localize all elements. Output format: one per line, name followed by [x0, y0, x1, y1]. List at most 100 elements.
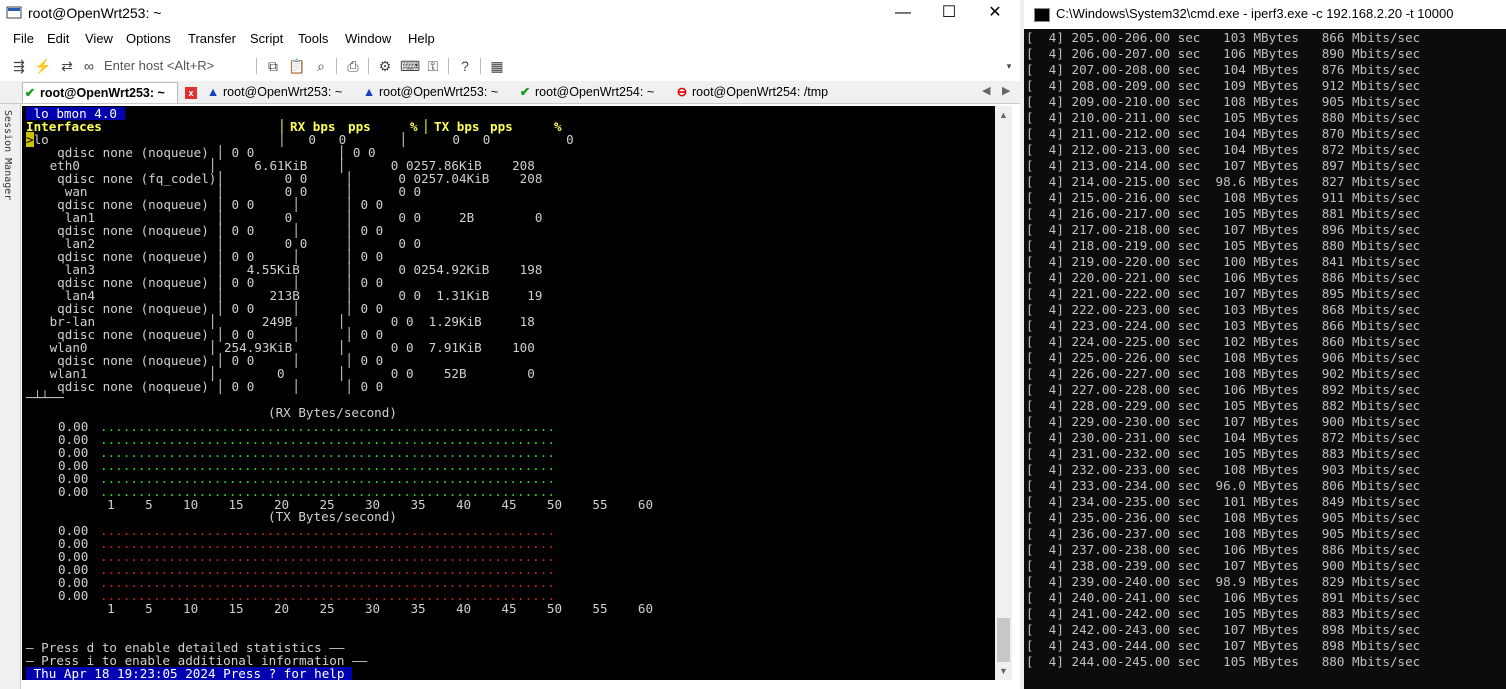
iperf-output-line: [ 4] 225.00-226.00 sec 108 MBytes 906 Mb…	[1026, 350, 1421, 365]
tab-label: root@OpenWrt254: ~	[535, 85, 655, 99]
terminal-app-icon	[6, 6, 22, 19]
menu-view[interactable]: View	[85, 31, 113, 46]
menu-window[interactable]: Window	[345, 31, 391, 46]
tab-session-3[interactable]: ▲ root@OpenWrt253: ~	[362, 82, 512, 102]
quick-connect-icon[interactable]: ⚡	[34, 57, 52, 75]
tx-graph-xlabels: 1 5 10 15 20 25 30 35 40 45 50 55 60	[92, 601, 654, 616]
iperf-output-line: [ 4] 228.00-229.00 sec 105 MBytes 882 Mb…	[1026, 398, 1421, 413]
menu-tools[interactable]: Tools	[298, 31, 328, 46]
status-bar: Thu Apr 18 19:23:05 2024 Press ? for hel…	[26, 666, 353, 680]
cmd-output[interactable]: [ 4] 205.00-206.00 sec 103 MBytes 866 Mb…	[1026, 30, 1504, 670]
iperf-output-line: [ 4] 233.00-234.00 sec 96.0 MBytes 806 M…	[1026, 478, 1421, 493]
connect-icon[interactable]: ⇶	[10, 57, 28, 75]
tab-session-2[interactable]: ▲ root@OpenWrt253: ~	[206, 82, 356, 102]
disconnect-icon[interactable]: ∞	[80, 57, 98, 75]
scroll-down-icon[interactable]: ▼	[999, 666, 1008, 676]
reconnect-icon[interactable]: ⇄	[58, 57, 76, 75]
iperf-output-line: [ 4] 240.00-241.00 sec 106 MBytes 891 Mb…	[1026, 590, 1421, 605]
maximize-button[interactable]: ☐	[926, 0, 972, 26]
iperf-output-line: [ 4] 219.00-220.00 sec 100 MBytes 841 Mb…	[1026, 254, 1421, 269]
tx-graph-title: (TX Bytes/second)	[268, 509, 397, 524]
selection-cursor: >	[26, 132, 34, 147]
disconnected-icon: ⊖	[676, 85, 688, 99]
iperf-output-line: [ 4] 213.00-214.00 sec 107 MBytes 897 Mb…	[1026, 158, 1421, 173]
iperf-output-line: [ 4] 212.00-213.00 sec 104 MBytes 872 Mb…	[1026, 142, 1421, 157]
cmd-title-bar: C:\Windows\System32\cmd.exe - iperf3.exe…	[1024, 0, 1506, 29]
tab-session-5[interactable]: ⊖ root@OpenWrt254: /tmp	[675, 82, 845, 102]
scroll-up-icon[interactable]: ▲	[999, 110, 1008, 120]
scrollbar-thumb[interactable]	[997, 618, 1010, 662]
tab-label: root@OpenWrt253: ~	[40, 86, 165, 100]
warning-triangle-icon: ▲	[362, 85, 376, 99]
iperf-output-line: [ 4] 218.00-219.00 sec 105 MBytes 880 Mb…	[1026, 238, 1421, 253]
iperf-output-line: [ 4] 234.00-235.00 sec 101 MBytes 849 Mb…	[1026, 494, 1421, 509]
iperf-output-line: [ 4] 214.00-215.00 sec 98.6 MBytes 827 M…	[1026, 174, 1421, 189]
iperf-output-line: [ 4] 241.00-242.00 sec 105 MBytes 883 Mb…	[1026, 606, 1421, 621]
copy-icon[interactable]: ⧉	[264, 57, 282, 75]
window-title: root@OpenWrt253: ~	[28, 5, 162, 21]
close-button[interactable]: ✕	[972, 0, 1018, 26]
iperf-output-line: [ 4] 242.00-243.00 sec 107 MBytes 898 Mb…	[1026, 622, 1421, 637]
iperf-output-line: [ 4] 230.00-231.00 sec 104 MBytes 872 Mb…	[1026, 430, 1421, 445]
tab-close-icon[interactable]: x	[185, 87, 197, 99]
securecrt-window: root@OpenWrt253: ~ — ☐ ✕ File Edit View …	[0, 0, 1020, 689]
iperf-output-line: [ 4] 222.00-223.00 sec 103 MBytes 868 Mb…	[1026, 302, 1421, 317]
iperf-output-line: [ 4] 227.00-228.00 sec 106 MBytes 892 Mb…	[1026, 382, 1421, 397]
iperf-output-line: [ 4] 216.00-217.00 sec 105 MBytes 881 Mb…	[1026, 206, 1421, 221]
session-tab-bar: ✔ root@OpenWrt253: ~ x ▲ root@OpenWrt253: …	[0, 81, 1020, 104]
paste-icon[interactable]: 📋	[288, 57, 306, 75]
cmd-icon	[1034, 8, 1050, 22]
graph-y-label: 0.00	[58, 588, 89, 603]
tab-scroll-left-icon[interactable]: ◀	[982, 84, 990, 97]
title-bar: root@OpenWrt253: ~ — ☐ ✕	[0, 0, 1020, 26]
iperf-output-line: [ 4] 207.00-208.00 sec 104 MBytes 876 Mb…	[1026, 62, 1421, 77]
tab-session-1[interactable]: ✔ root@OpenWrt253: ~ x	[22, 82, 197, 103]
iperf-output-line: [ 4] 244.00-245.00 sec 105 MBytes 880 Mb…	[1026, 654, 1421, 669]
minimize-button[interactable]: —	[880, 0, 926, 26]
tab-label: root@OpenWrt253: ~	[379, 85, 499, 99]
session-manager-label: Session Manager	[2, 110, 13, 201]
terminal-scrollbar[interactable]: ▲ ▼	[995, 106, 1012, 680]
menu-options[interactable]: Options	[126, 31, 171, 46]
session-manager-panel[interactable]: Session Manager	[0, 104, 21, 689]
iperf-output-line: [ 4] 221.00-222.00 sec 107 MBytes 895 Mb…	[1026, 286, 1421, 301]
toolbar-overflow-chevron-icon[interactable]: ▾	[1000, 57, 1018, 75]
iperf-output-line: [ 4] 211.00-212.00 sec 104 MBytes 870 Mb…	[1026, 126, 1421, 141]
iperf-output-line: [ 4] 243.00-244.00 sec 107 MBytes 898 Mb…	[1026, 638, 1421, 653]
help-icon[interactable]: ?	[456, 57, 474, 75]
menu-transfer[interactable]: Transfer	[188, 31, 236, 46]
tab-label: root@OpenWrt254: /tmp	[692, 85, 829, 99]
keymap-icon[interactable]: ⌨	[400, 57, 420, 75]
tab-session-4[interactable]: ✔ root@OpenWrt254: ~	[518, 82, 670, 102]
menu-file[interactable]: File	[13, 31, 34, 46]
menu-edit[interactable]: Edit	[47, 31, 69, 46]
iperf-output-line: [ 4] 223.00-224.00 sec 103 MBytes 866 Mb…	[1026, 318, 1421, 333]
iperf-output-line: [ 4] 205.00-206.00 sec 103 MBytes 866 Mb…	[1026, 30, 1421, 45]
terminal-screen[interactable]: lo bmon 4.0 Interfaces │ RX bps pps % │ …	[22, 106, 995, 680]
tab-label: root@OpenWrt253: ~	[223, 85, 343, 99]
graph-y-label: 0.00	[58, 484, 89, 499]
iperf-output-line: [ 4] 215.00-216.00 sec 108 MBytes 911 Mb…	[1026, 190, 1421, 205]
settings-gear-icon[interactable]: ⚙	[376, 57, 394, 75]
menu-help[interactable]: Help	[408, 31, 435, 46]
iperf-output-line: [ 4] 235.00-236.00 sec 108 MBytes 905 Mb…	[1026, 510, 1421, 525]
menu-bar: File Edit View Options Transfer Script T…	[0, 28, 1020, 50]
iperf-output-line: [ 4] 231.00-232.00 sec 105 MBytes 883 Mb…	[1026, 446, 1421, 461]
iperf-output-line: [ 4] 236.00-237.00 sec 108 MBytes 905 Mb…	[1026, 526, 1421, 541]
cmd-window: C:\Windows\System32\cmd.exe - iperf3.exe…	[1024, 0, 1506, 689]
iperf-output-line: [ 4] 208.00-209.00 sec 109 MBytes 912 Mb…	[1026, 78, 1421, 93]
iperf-output-line: [ 4] 209.00-210.00 sec 108 MBytes 905 Mb…	[1026, 94, 1421, 109]
check-icon: ✔	[24, 86, 36, 100]
host-input[interactable]: Enter host <Alt+R>	[104, 57, 254, 75]
map-icon[interactable]: ▦	[488, 57, 506, 75]
find-icon[interactable]: ⌕	[312, 57, 330, 75]
iperf-output-line: [ 4] 237.00-238.00 sec 106 MBytes 886 Mb…	[1026, 542, 1421, 557]
warning-triangle-icon: ▲	[206, 85, 220, 99]
check-icon: ✔	[519, 85, 531, 99]
iperf-output-line: [ 4] 224.00-225.00 sec 102 MBytes 860 Mb…	[1026, 334, 1421, 349]
menu-script[interactable]: Script	[250, 31, 283, 46]
print-icon[interactable]: ⎙	[344, 57, 362, 75]
iperf-output-line: [ 4] 206.00-207.00 sec 106 MBytes 890 Mb…	[1026, 46, 1421, 61]
sftp-icon[interactable]: ⚿	[424, 57, 442, 75]
tab-scroll-right-icon[interactable]: ▶	[1002, 84, 1010, 97]
